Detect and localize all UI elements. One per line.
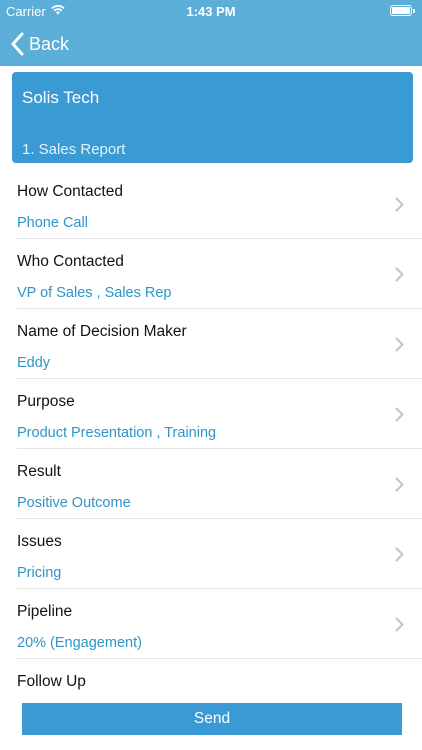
chevron-left-icon [11, 32, 24, 56]
row-value: Positive Outcome [17, 495, 131, 511]
row-title: Pipeline [17, 603, 73, 620]
row-value: Pricing [17, 565, 62, 581]
row-decision-maker[interactable]: Name of Decision Maker Eddy [0, 309, 422, 379]
back-button[interactable]: Back [10, 31, 69, 57]
send-bar: Send [0, 695, 422, 750]
chevron-right-icon [395, 197, 404, 212]
row-value: 20% (Engagement) [17, 635, 142, 651]
row-who-contacted[interactable]: Who Contacted VP of Sales , Sales Rep [0, 239, 422, 309]
report-title: 1. Sales Report [22, 141, 126, 158]
report-header-card: Solis Tech 1. Sales Report [12, 72, 413, 163]
chevron-right-icon [395, 477, 404, 492]
row-result[interactable]: Result Positive Outcome [0, 449, 422, 519]
clock-time: 1:43 PM [186, 4, 236, 19]
row-title: Result [17, 463, 61, 480]
row-value: Eddy [17, 355, 51, 371]
row-title: Issues [17, 533, 62, 550]
back-label: Back [29, 33, 70, 54]
row-value: Product Presentation , Training [17, 425, 217, 441]
chevron-right-icon [395, 267, 404, 282]
report-field-list: How Contacted Phone Call Who Contacted V… [0, 169, 422, 729]
chevron-right-icon [395, 617, 404, 632]
row-title: Name of Decision Maker [17, 323, 187, 340]
top-bar: Carrier 1:43 PM Back [0, 0, 422, 66]
chevron-right-icon [395, 547, 404, 562]
row-pipeline[interactable]: Pipeline 20% (Engagement) [0, 589, 422, 659]
row-purpose[interactable]: Purpose Product Presentation , Training [0, 379, 422, 449]
row-issues[interactable]: Issues Pricing [0, 519, 422, 589]
send-button[interactable]: Send [22, 703, 402, 735]
row-title: Follow Up [17, 673, 86, 690]
status-bar: Carrier 1:43 PM [0, 0, 422, 22]
chevron-right-icon [395, 337, 404, 352]
row-value: VP of Sales , Sales Rep [17, 285, 172, 301]
row-title: Purpose [17, 393, 75, 410]
chevron-right-icon [395, 407, 404, 422]
nav-bar: Back [0, 22, 422, 66]
company-name: Solis Tech [22, 88, 100, 107]
row-how-contacted[interactable]: How Contacted Phone Call [0, 169, 422, 239]
report-detail: Solis Tech 1. Sales Report How Contacted… [0, 66, 422, 750]
row-value: Phone Call [17, 215, 88, 231]
row-title: Who Contacted [17, 253, 124, 270]
battery-icon [390, 5, 415, 16]
row-title: How Contacted [17, 183, 123, 200]
